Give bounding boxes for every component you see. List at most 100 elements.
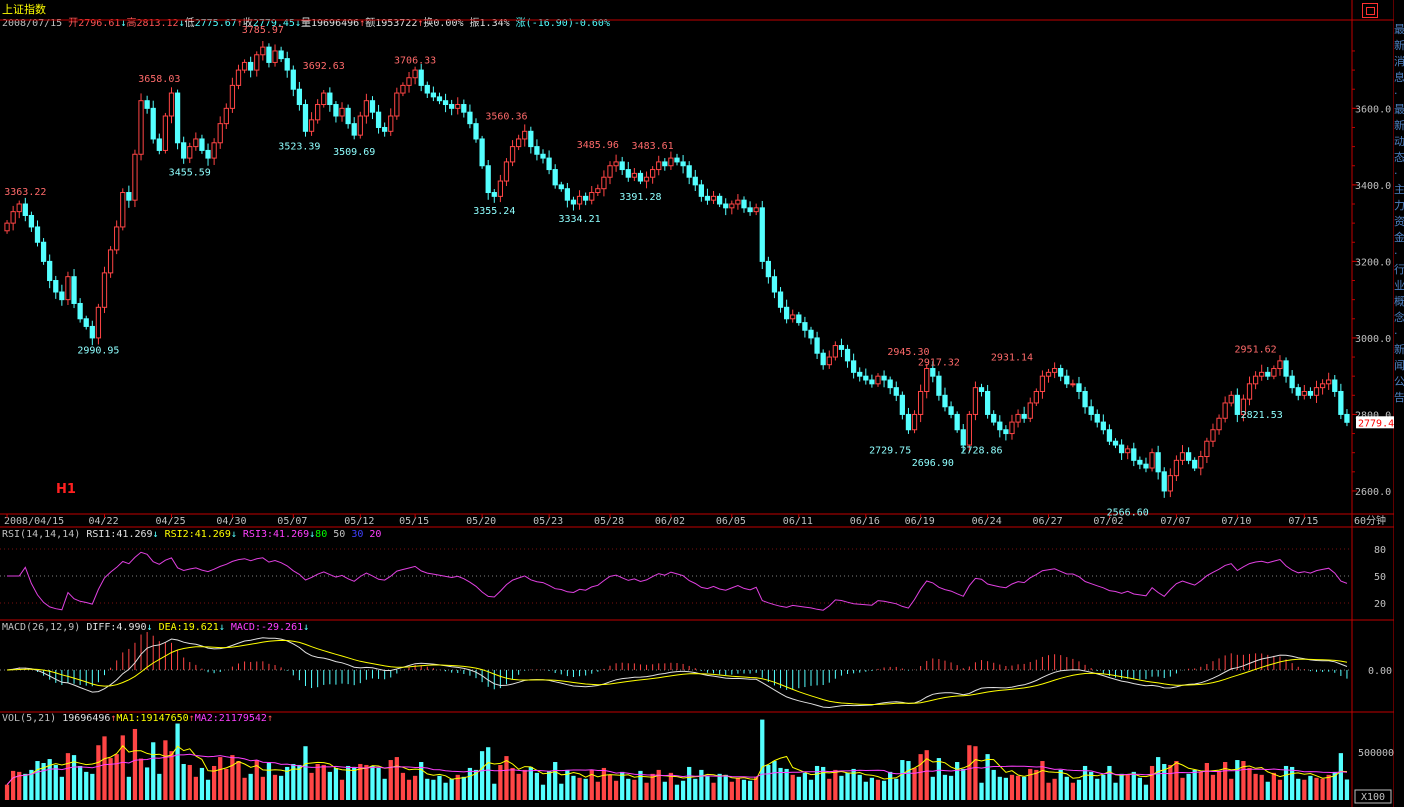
candle-up — [400, 84, 406, 94]
volume-bar-down — [796, 776, 801, 800]
candle-down — [28, 214, 35, 228]
candle-up — [254, 54, 260, 71]
volume-bar-up — [1223, 762, 1228, 800]
candle-down — [34, 226, 41, 243]
volume-bar-down — [199, 767, 205, 800]
volume-bar-up — [607, 774, 613, 800]
candle-down — [905, 413, 912, 431]
candle-down — [1003, 429, 1009, 435]
candle-down — [1185, 452, 1192, 461]
volume-bar-down — [461, 776, 466, 800]
candle-up — [1173, 459, 1180, 477]
candle-down — [765, 260, 771, 278]
volume-bar-up — [656, 769, 661, 800]
candle-up — [668, 157, 674, 167]
volume-bar-down — [59, 776, 64, 800]
candle-down — [564, 188, 571, 201]
candle-down — [747, 207, 753, 213]
volume-bar-down — [1265, 781, 1270, 800]
candle-down — [808, 329, 814, 339]
candle-up — [229, 84, 236, 109]
candle-down — [479, 138, 485, 167]
candle-down — [181, 142, 187, 159]
volume-bar-down — [303, 746, 308, 800]
volume-bar-down — [894, 778, 899, 800]
candle-down — [1021, 413, 1027, 419]
candle-down — [546, 157, 552, 171]
candle-up — [911, 413, 918, 431]
volume-bar-down — [869, 777, 875, 800]
candle-down — [333, 104, 339, 117]
candle-up — [4, 222, 10, 232]
volume-bar-up — [1046, 782, 1051, 800]
candle-up — [650, 169, 656, 178]
volume-bar-up — [65, 753, 71, 800]
candle-up — [1070, 383, 1076, 386]
candle-up — [1179, 452, 1186, 461]
candle-down — [820, 352, 826, 366]
x100-label: X100 — [1361, 792, 1385, 803]
candle-up — [1252, 375, 1259, 385]
volume-bar-up — [272, 774, 278, 800]
volume-bar-up — [102, 736, 107, 800]
candle-down — [936, 375, 942, 396]
candle-down — [418, 69, 424, 86]
date-tick-label: 04/30 — [216, 516, 246, 527]
volume-bar-down — [747, 780, 753, 800]
volume-bar-down — [126, 776, 131, 800]
volume-bar-down — [151, 742, 156, 800]
volume-bar-down — [553, 762, 558, 800]
candle-up — [241, 61, 248, 71]
candle-down — [759, 207, 765, 262]
candle-down — [570, 199, 577, 205]
volume-bar-up — [388, 760, 393, 800]
extreme-label: 3509.69 — [333, 147, 375, 158]
candle-down — [1082, 390, 1088, 408]
extreme-label: 2951.62 — [1235, 344, 1277, 355]
candle-down — [1265, 371, 1271, 377]
extreme-label: 2696.90 — [912, 458, 954, 469]
volume-bar-down — [839, 775, 844, 800]
candle-down — [47, 260, 53, 282]
candle-down — [278, 50, 284, 60]
candle-up — [643, 176, 650, 182]
extreme-label: 2945.30 — [887, 347, 929, 358]
candle-down — [436, 96, 443, 102]
candle-down — [1064, 375, 1070, 385]
candle-up — [363, 100, 370, 117]
extreme-label: 3355.24 — [473, 206, 515, 217]
candle-up — [656, 161, 662, 171]
candle-down — [1088, 406, 1094, 415]
extreme-label: 3560.36 — [485, 112, 527, 123]
volume-bar-down — [297, 764, 302, 800]
candle-down — [375, 111, 382, 128]
candle-up — [406, 77, 412, 86]
candle-up — [1027, 402, 1033, 419]
volume-bar-down — [53, 764, 58, 800]
candle-down — [1338, 390, 1344, 415]
candle-down — [540, 153, 546, 159]
candle-down — [449, 104, 455, 109]
date-tick-label: 05/12 — [344, 516, 374, 527]
date-tick-label: 04/22 — [88, 516, 118, 527]
kline-chart[interactable]: 2600.02800.03000.03200.03400.03600.02008… — [0, 0, 1394, 807]
candle-up — [10, 211, 16, 224]
period-label: 60分钟 — [1354, 514, 1386, 527]
date-tick-label: 05/20 — [466, 516, 496, 527]
candle-down — [205, 149, 211, 159]
volume-bar-down — [680, 780, 686, 800]
volume-bar-up — [790, 774, 795, 800]
volume-bar-down — [534, 772, 540, 800]
volume-bar-up — [4, 784, 10, 800]
date-tick-label: 05/15 — [399, 516, 429, 527]
candle-down — [382, 126, 388, 132]
candle-up — [735, 199, 741, 205]
candle-up — [595, 188, 601, 194]
side-info-strip[interactable]: 最新消息·最新动态·主力资金·行业概念·新闻公告 — [1394, 22, 1404, 802]
candle-up — [516, 138, 522, 148]
volume-bar-up — [321, 764, 326, 800]
candle-up — [1222, 402, 1228, 419]
volume-bar-down — [1290, 766, 1295, 800]
volume-bar-up — [1259, 774, 1264, 800]
candle-down — [345, 107, 351, 125]
